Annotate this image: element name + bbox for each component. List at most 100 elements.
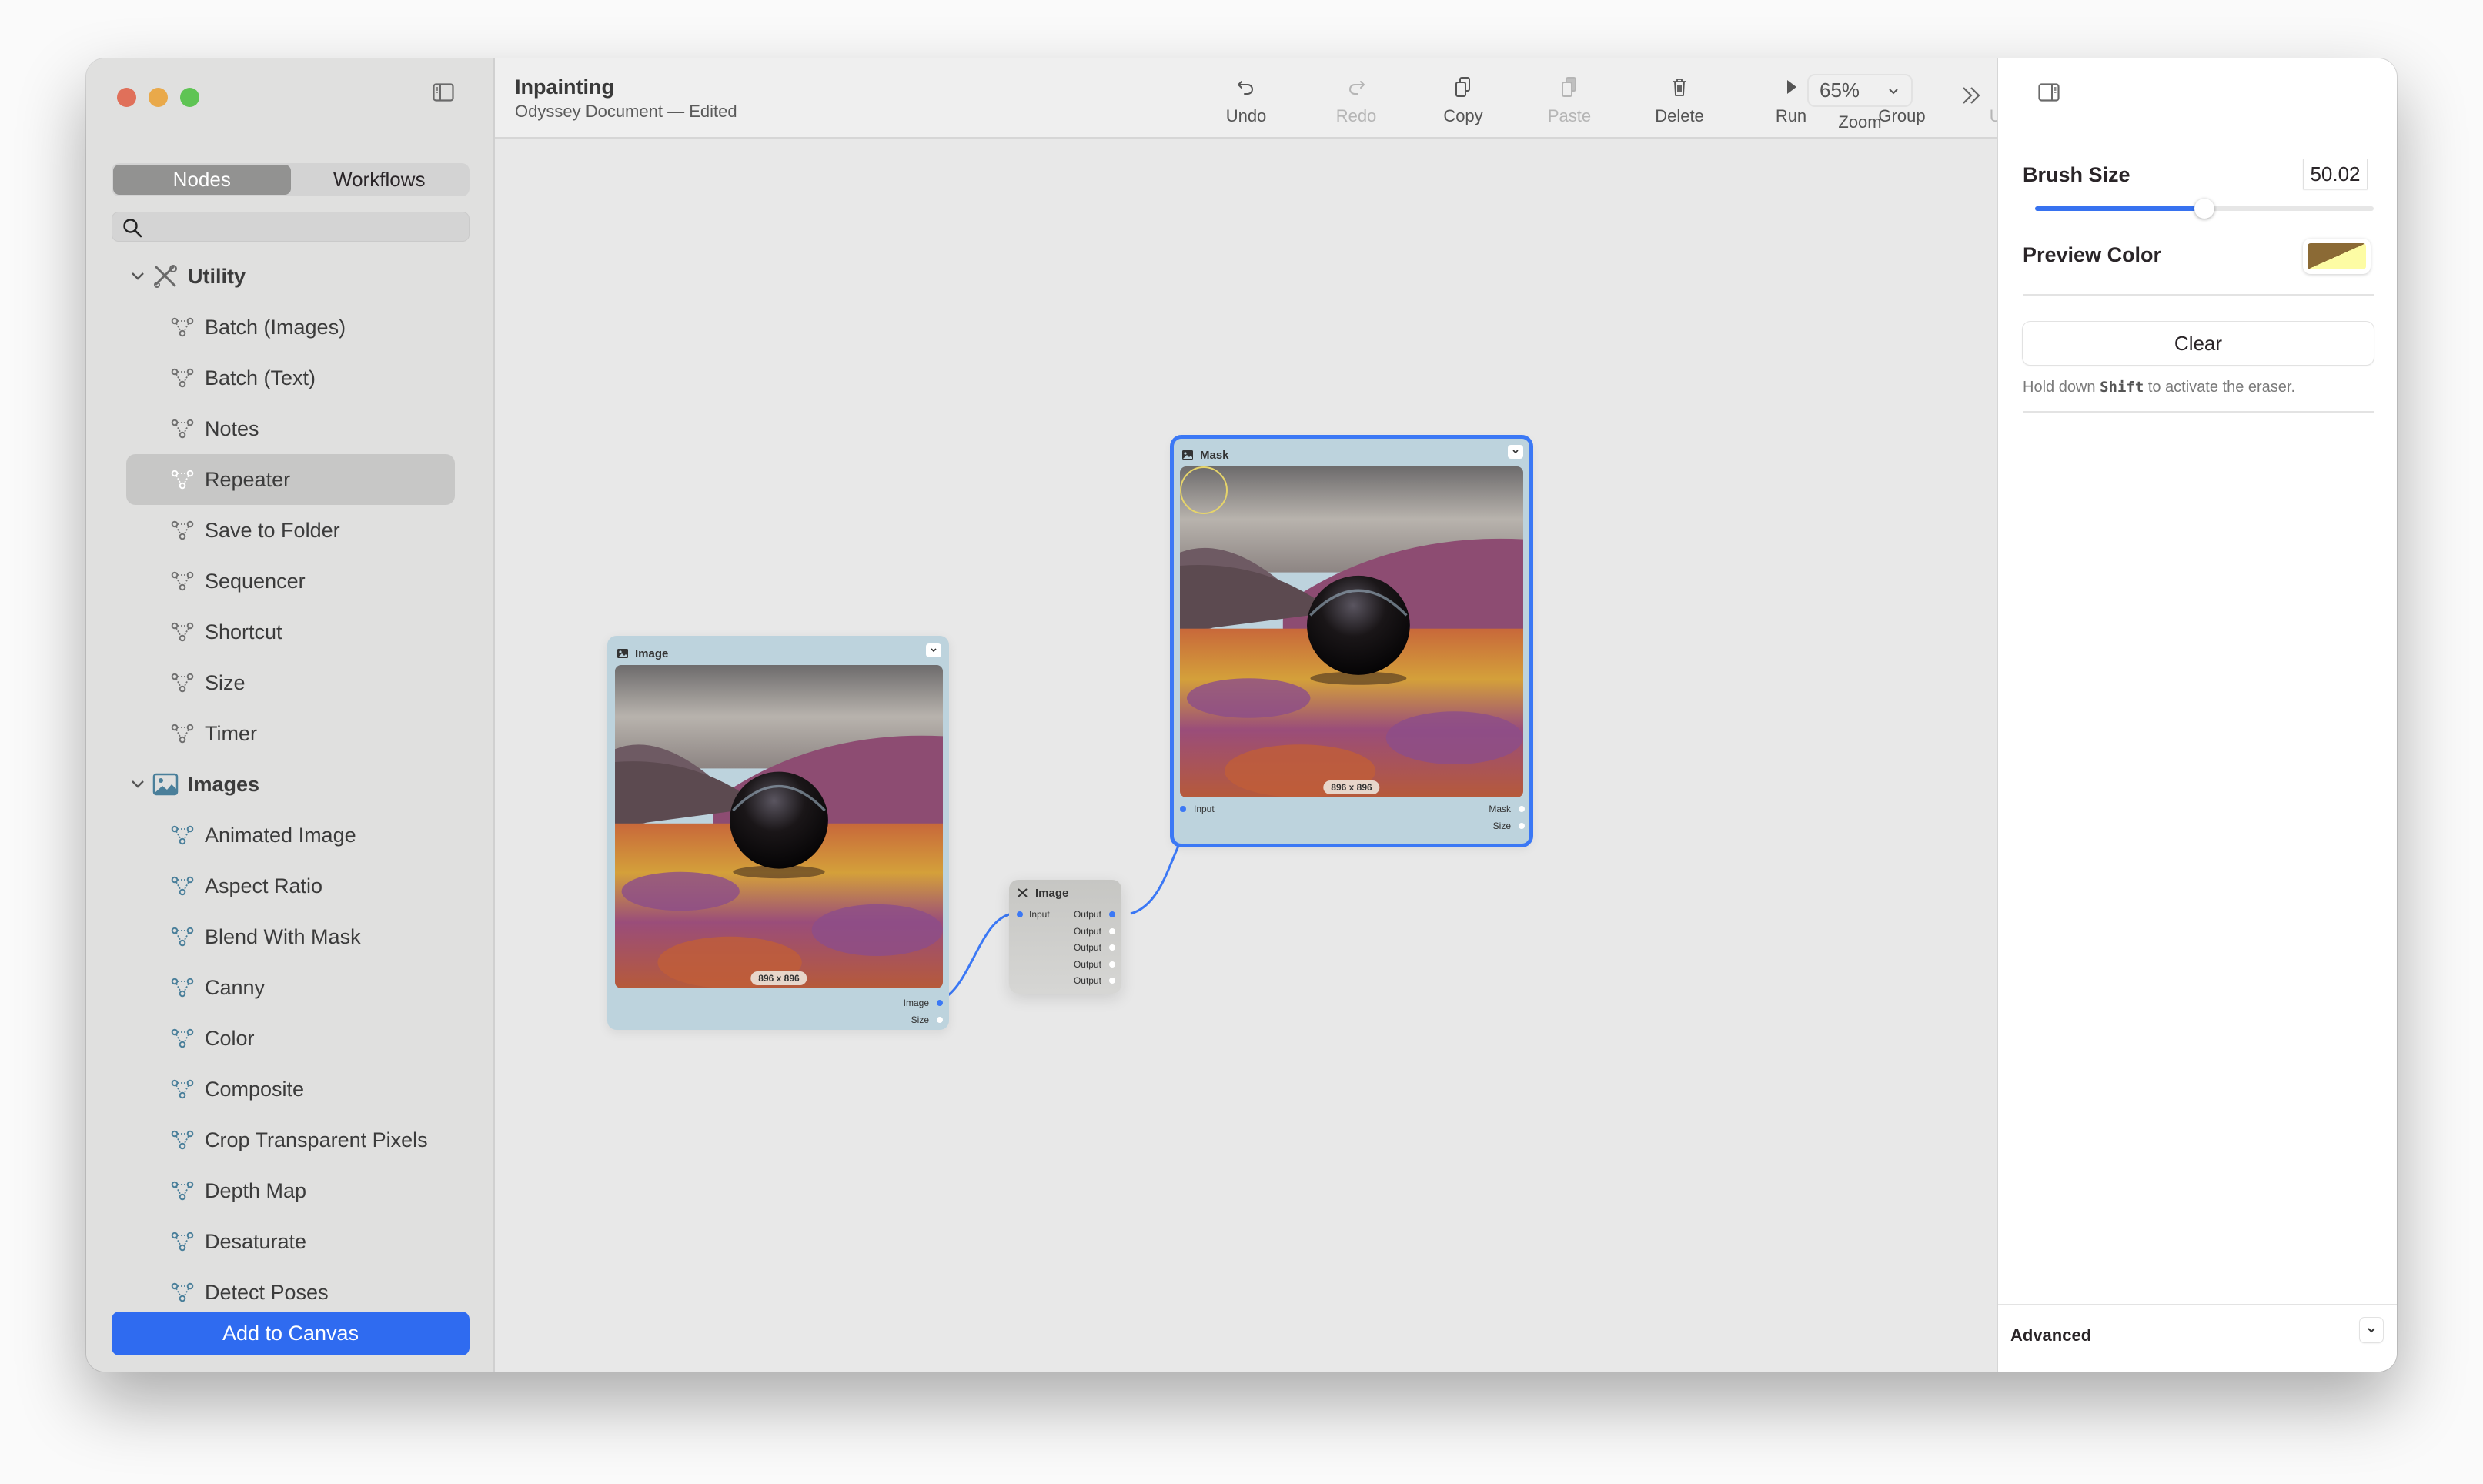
chevron-down-icon[interactable]	[129, 776, 146, 793]
mask-paint-canvas[interactable]: 896 x 896	[1180, 466, 1523, 797]
group-header-utility[interactable]: Utility	[86, 251, 495, 302]
node-icon	[171, 470, 194, 490]
sidebar-item-save-to-folder[interactable]: Save to Folder	[126, 505, 455, 556]
sidebar-item-blend-with-mask[interactable]: Blend With Mask	[126, 911, 455, 962]
sidebar-item-label: Size	[205, 670, 246, 694]
port-dot[interactable]	[937, 1000, 943, 1006]
sidebar-item-batch-images[interactable]: Batch (Images)	[126, 302, 455, 353]
port-dot[interactable]	[937, 1017, 943, 1023]
utility-image-node[interactable]: Image Input Output Output Output Output Outp…	[1009, 880, 1121, 994]
port-dot[interactable]	[1109, 911, 1115, 917]
divider	[2023, 411, 2374, 413]
sidebar-item-sequencer[interactable]: Sequencer	[126, 556, 455, 607]
port-dot[interactable]	[1017, 911, 1023, 917]
document-title: Inpainting	[515, 75, 614, 99]
output-port[interactable]: Output	[1074, 909, 1115, 920]
sidebar-item-depth-map[interactable]: Depth Map	[126, 1165, 455, 1216]
node-collapse-button[interactable]	[926, 643, 941, 657]
window-controls	[117, 88, 199, 107]
brush-size-field[interactable]: 50.02	[2303, 159, 2368, 189]
play-icon	[1787, 80, 1796, 94]
output-port-size[interactable]: Size	[1493, 821, 1525, 831]
inspector-toggle-icon[interactable]	[2038, 83, 2060, 102]
sidebar-item-detect-poses[interactable]: Detect Poses	[126, 1267, 455, 1318]
group-header-images[interactable]: Images	[86, 759, 495, 810]
sidebar-tabs: Nodes Workflows	[112, 163, 470, 196]
node-icon	[171, 927, 194, 947]
sidebar-item-timer[interactable]: Timer	[126, 708, 455, 759]
sidebar-item-label: Save to Folder	[205, 518, 340, 542]
sidebar-item-label: Sequencer	[205, 569, 306, 593]
minimize-window-button[interactable]	[149, 88, 168, 107]
divider	[2023, 294, 2374, 296]
mask-node[interactable]: Mask 896 x 896 Input Mask Size	[1170, 435, 1533, 847]
port-dot[interactable]	[1109, 928, 1115, 934]
output-port-image[interactable]: Image	[904, 998, 943, 1008]
output-port[interactable]: Output	[1074, 942, 1115, 953]
maximize-window-button[interactable]	[180, 88, 199, 107]
node-icon	[171, 1232, 194, 1252]
zoom-select[interactable]: 65%	[1807, 74, 1913, 107]
port-dot[interactable]	[1109, 961, 1115, 968]
sidebar-item-crop-transparent-pixels[interactable]: Crop Transparent Pixels	[126, 1115, 455, 1165]
port-dot[interactable]	[1519, 823, 1525, 829]
output-port[interactable]: Output	[1074, 975, 1115, 986]
toolbar: Inpainting Odyssey Document — Edited Und…	[495, 58, 2054, 139]
sidebar-item-composite[interactable]: Composite	[126, 1064, 455, 1115]
port-dot[interactable]	[1109, 944, 1115, 951]
output-port[interactable]: Output	[1074, 926, 1115, 937]
sidebar-item-size[interactable]: Size	[126, 657, 455, 708]
close-window-button[interactable]	[117, 88, 136, 107]
photo-icon	[1182, 450, 1193, 460]
sidebar-toggle-icon[interactable]	[433, 83, 454, 102]
input-port[interactable]: Input	[1017, 909, 1050, 920]
port-dot[interactable]	[1180, 806, 1186, 812]
sidebar-item-repeater[interactable]: Repeater	[126, 454, 455, 505]
port-dot[interactable]	[1519, 806, 1525, 812]
brush-size-slider[interactable]	[2035, 197, 2374, 220]
delete-button[interactable]: Delete	[1633, 75, 1726, 132]
eraser-hint: Hold down Shift to activate the eraser.	[2023, 379, 2296, 396]
preview-color-well[interactable]	[2303, 239, 2371, 274]
clear-button[interactable]: Clear	[2023, 322, 2374, 365]
sidebar-item-label: Detect Poses	[205, 1280, 329, 1304]
slider-thumb[interactable]	[2194, 199, 2214, 219]
redo-button[interactable]: Redo	[1310, 75, 1402, 132]
sidebar-item-color[interactable]: Color	[126, 1013, 455, 1064]
add-to-canvas-button[interactable]: Add to Canvas	[112, 1312, 470, 1355]
input-port[interactable]: Input	[1180, 804, 1215, 814]
app-window: Nodes Workflows Utility Batch (Images) Bat…	[86, 58, 2397, 1372]
node-canvas[interactable]: Image 896 x 896 Image Size Image Input O…	[495, 140, 1997, 1372]
node-icon	[171, 1282, 194, 1302]
node-collapse-button[interactable]	[1508, 445, 1523, 459]
sidebar-item-shortcut[interactable]: Shortcut	[126, 607, 455, 657]
sidebar: Nodes Workflows Utility Batch (Images) Bat…	[86, 58, 495, 1372]
sidebar-item-label: Color	[205, 1026, 255, 1050]
paste-button[interactable]: Paste	[1523, 75, 1616, 132]
sidebar-item-notes[interactable]: Notes	[126, 403, 455, 454]
output-port[interactable]: Output	[1074, 959, 1115, 970]
copy-button[interactable]: Copy	[1417, 75, 1509, 132]
toolbar-overflow-chevrons-icon[interactable]	[1956, 80, 1987, 111]
advanced-expand-button[interactable]	[2360, 1318, 2383, 1342]
sidebar-item-batch-text[interactable]: Batch (Text)	[126, 353, 455, 403]
search-input[interactable]	[151, 212, 459, 241]
image-dimensions-badge: 896 x 896	[750, 971, 807, 985]
sidebar-item-aspect-ratio[interactable]: Aspect Ratio	[126, 861, 455, 911]
brush-size-label: Brush Size	[2023, 163, 2130, 186]
trash-icon	[1673, 79, 1686, 96]
tab-workflows[interactable]: Workflows	[291, 165, 469, 195]
port-dot[interactable]	[1109, 978, 1115, 984]
chevron-down-icon	[931, 648, 937, 653]
undo-button[interactable]: Undo	[1200, 75, 1292, 132]
image-node[interactable]: Image 896 x 896 Image Size	[607, 636, 949, 1030]
landscape-sphere-image	[1180, 466, 1523, 797]
wire-image-to-utility	[937, 912, 1019, 1002]
sidebar-item-animated-image[interactable]: Animated Image	[126, 810, 455, 861]
sidebar-item-desaturate[interactable]: Desaturate	[126, 1216, 455, 1267]
tab-nodes[interactable]: Nodes	[113, 165, 291, 195]
output-port-size[interactable]: Size	[911, 1014, 943, 1025]
chevron-down-icon[interactable]	[129, 268, 146, 285]
output-port-mask[interactable]: Mask	[1489, 804, 1525, 814]
sidebar-item-canny[interactable]: Canny	[126, 962, 455, 1013]
